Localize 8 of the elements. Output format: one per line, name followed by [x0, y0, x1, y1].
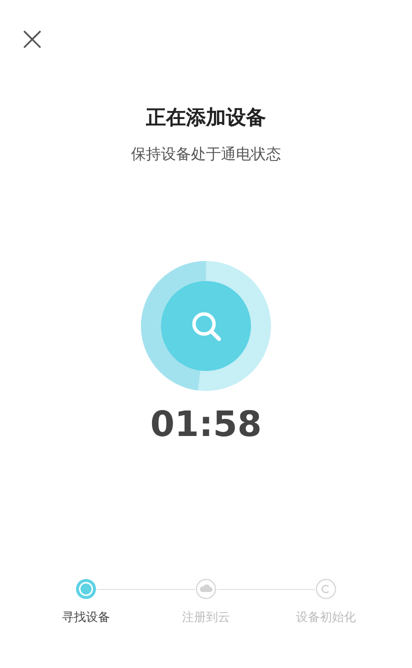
- step-label: 设备初始化: [296, 609, 356, 626]
- step-label: 注册到云: [182, 609, 230, 626]
- search-icon: [192, 312, 221, 341]
- page-title: 正在添加设备: [146, 104, 266, 131]
- step-label: 寻找设备: [62, 609, 110, 626]
- close-button[interactable]: ×: [14, 22, 50, 56]
- countdown-timer: 01:58: [150, 405, 262, 445]
- subtitle: 保持设备处于通电状态: [131, 145, 281, 164]
